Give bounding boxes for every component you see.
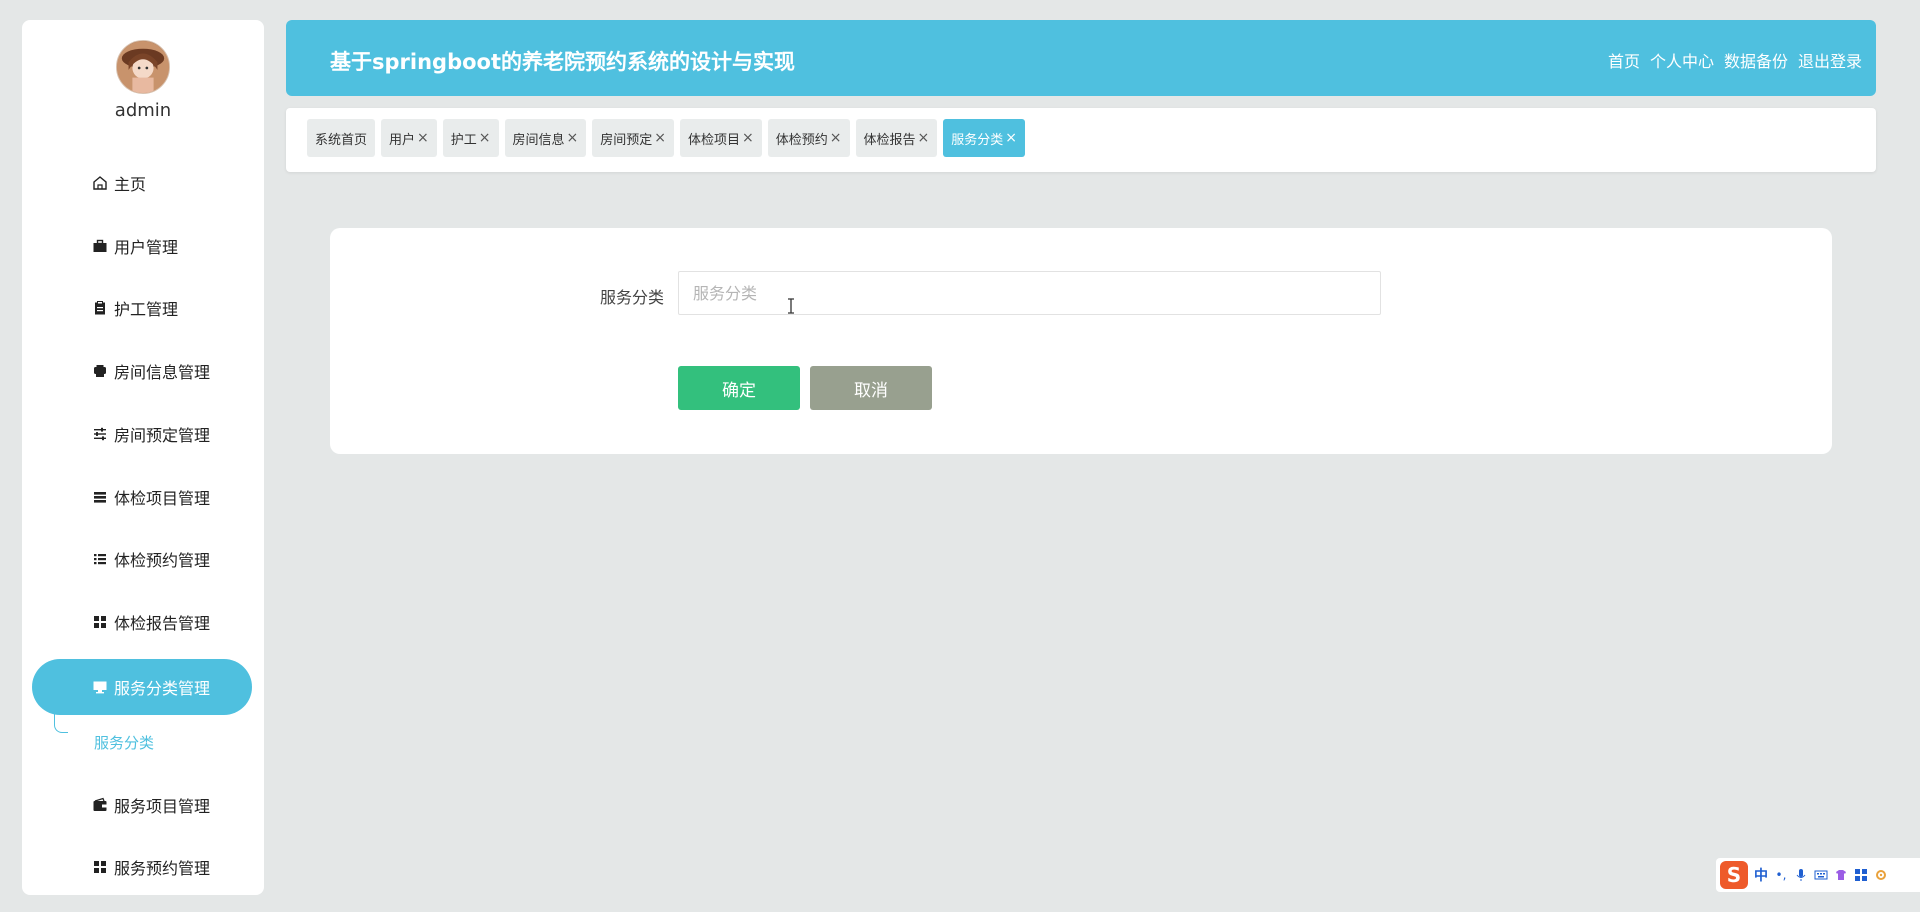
list-indent-icon [92,551,108,567]
ime-punctuation-toggle[interactable]: •, [1774,868,1788,882]
close-icon[interactable]: × [918,130,930,146]
tab-label: 体检预约 [775,132,828,148]
sidebar-item-label: 护工管理 [114,300,179,319]
keyboard-icon[interactable] [1814,868,1828,882]
tab-room-booking[interactable]: 房间预定 × [592,119,675,157]
ime-mode-toggle[interactable]: 中 [1754,865,1768,885]
sidebar-item-label: 房间预定管理 [114,426,211,445]
submenu-item-service-category[interactable]: 服务分类 [94,732,154,753]
briefcase-icon [92,238,108,254]
tab-label: 房间信息 [512,132,565,148]
monitor-icon [92,679,108,695]
avatar-image [117,41,169,93]
close-icon[interactable]: × [830,130,842,146]
sidebar-item-service-booking[interactable]: 服务预约管理 [32,839,252,895]
page-title: 基于springboot的养老院预约系统的设计与实现 [330,50,795,74]
tab-checkup-booking[interactable]: 体检预约 × [767,119,850,157]
username: admin [114,100,172,121]
tab-caregivers[interactable]: 护工 × [442,119,499,157]
tab-label: 房间预定 [600,132,653,148]
close-icon[interactable]: × [479,130,491,146]
sidebar-item-label: 服务预约管理 [114,859,211,878]
tabs-bar: 系统首页 用户 × 护工 × 房间信息 × 房间预定 × 体检项目 × 体检预约… [286,108,1876,172]
cancel-button[interactable]: 取消 [810,366,932,410]
avatar[interactable] [116,40,170,94]
tabs: 系统首页 用户 × 护工 × 房间信息 × 房间预定 × 体检项目 × 体检预约… [307,119,1026,157]
sidebar-item-label: 房间信息管理 [114,363,211,382]
text-cursor-icon [788,298,794,314]
tab-checkup-report[interactable]: 体检报告 × [855,119,938,157]
sidebar-item-home[interactable]: 主页 [32,155,252,211]
clipboard-icon [92,300,108,316]
submenu-connector [54,703,68,733]
tab-service-category[interactable]: 服务分类 × [943,119,1026,157]
sidebar-item-checkup-report[interactable]: 体检报告管理 [32,594,252,650]
settings-icon[interactable] [1874,868,1888,882]
sidebar-item-room-booking[interactable]: 房间预定管理 [32,406,252,462]
tab-label: 护工 [450,132,477,148]
header-nav: 首页 个人中心 数据备份 退出登录 [1608,48,1862,72]
tab-room-info[interactable]: 房间信息 × [504,119,587,157]
sogou-logo-icon[interactable]: S [1720,861,1748,889]
nav-backup-link[interactable]: 数据备份 [1724,48,1788,72]
tab-label: 用户 [389,132,416,148]
tab-system-home[interactable]: 系统首页 [307,119,376,157]
skin-icon[interactable] [1834,868,1848,882]
sidebar-item-label: 体检预约管理 [114,551,211,570]
service-category-label: 服务分类 [600,288,665,307]
close-icon[interactable]: × [417,130,429,146]
sidebar-item-service-items[interactable]: 服务项目管理 [32,777,252,833]
home-icon [92,175,108,191]
sidebar-item-label: 体检项目管理 [114,489,211,508]
nav-logout-link[interactable]: 退出登录 [1798,48,1862,72]
sidebar-item-checkup-items[interactable]: 体检项目管理 [32,469,252,525]
sidebar: admin 主页 用户管理 护工管理 房间信息管理 房间预定管理 体检项目管理 … [22,20,264,895]
grid-icon [92,859,108,875]
ime-toolbar: S 中 •, [1716,858,1920,892]
sidebar-item-label: 用户管理 [114,238,179,257]
top-header: 基于springboot的养老院预约系统的设计与实现 首页 个人中心 数据备份 … [286,20,1876,96]
confirm-button[interactable]: 确定 [678,366,800,410]
wallet-icon [92,797,108,813]
tab-label: 服务分类 [951,132,1004,148]
close-icon[interactable]: × [654,130,666,146]
list-icon [92,489,108,505]
microphone-icon[interactable] [1794,868,1808,882]
service-category-input[interactable] [678,271,1381,315]
tab-label: 体检项目 [688,132,741,148]
sidebar-item-label: 体检报告管理 [114,614,211,633]
nav-profile-link[interactable]: 个人中心 [1650,48,1714,72]
sidebar-item-room-info[interactable]: 房间信息管理 [32,343,252,399]
sidebar-item-users[interactable]: 用户管理 [32,218,252,274]
sidebar-item-label: 服务项目管理 [114,797,211,816]
tab-users[interactable]: 用户 × [381,119,437,157]
printer-icon [92,363,108,379]
close-icon[interactable]: × [567,130,579,146]
form-card: 服务分类 确定 取消 [330,228,1832,454]
tab-label: 体检报告 [863,132,916,148]
nav-home-link[interactable]: 首页 [1608,48,1640,72]
sidebar-item-label: 主页 [114,175,147,194]
grid-icon [92,614,108,630]
close-icon[interactable]: × [742,130,754,146]
tab-checkup-items[interactable]: 体检项目 × [680,119,762,157]
close-icon[interactable]: × [1005,130,1017,146]
sidebar-item-caregivers[interactable]: 护工管理 [32,280,252,336]
sidebar-item-label: 服务分类管理 [114,679,211,698]
tab-label: 系统首页 [315,132,368,148]
sidebar-item-checkup-booking[interactable]: 体检预约管理 [32,531,252,587]
sliders-icon [92,426,108,442]
toolbox-icon[interactable] [1854,868,1868,882]
